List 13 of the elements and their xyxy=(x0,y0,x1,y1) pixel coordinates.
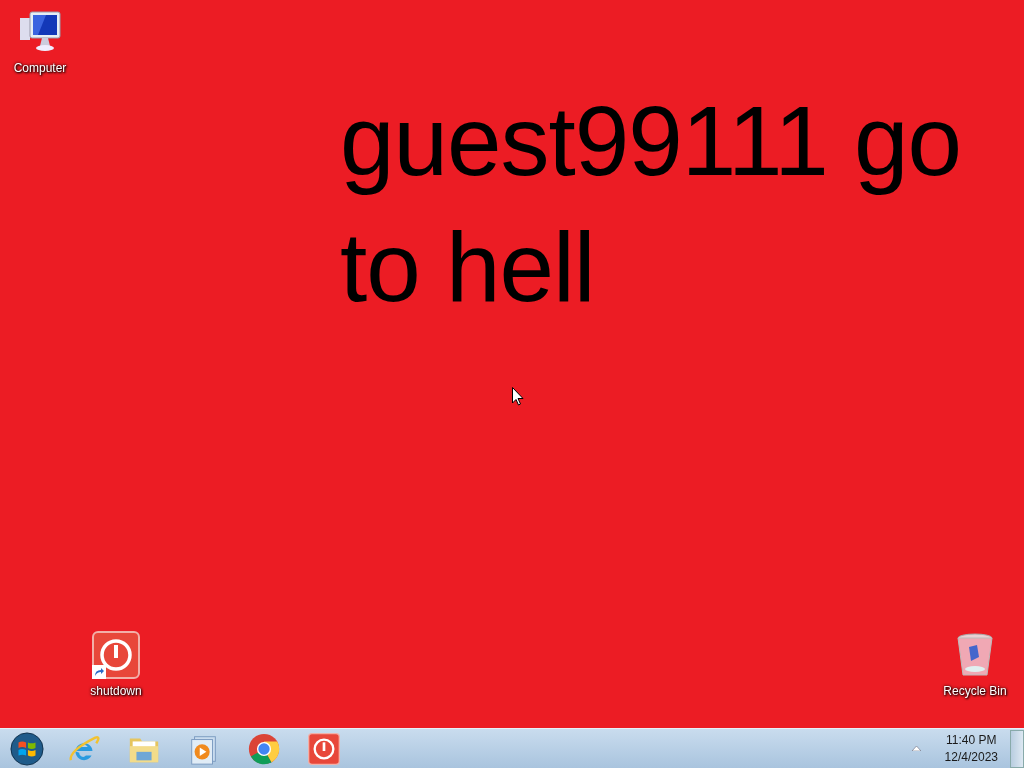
chrome-icon[interactable] xyxy=(247,731,281,766)
taskbar-power-icon[interactable] xyxy=(308,732,340,765)
shortcut-arrow-icon xyxy=(92,665,106,679)
desktop-icon-label[interactable]: shutdown xyxy=(90,682,142,700)
wallpaper-text: guest99111 go to hell xyxy=(340,85,962,324)
desktop-icon-label[interactable]: Computer xyxy=(13,59,67,77)
desktop-icon-label[interactable]: Recycle Bin xyxy=(943,682,1007,700)
power-icon xyxy=(92,631,140,679)
clock[interactable]: 11:40 PM 12/4/2023 xyxy=(932,731,1010,766)
cursor-icon xyxy=(512,387,524,407)
show-hidden-icons-arrow-icon[interactable] xyxy=(911,746,921,751)
start-button-icon[interactable] xyxy=(10,731,44,766)
show-desktop-button[interactable] xyxy=(1010,729,1024,768)
